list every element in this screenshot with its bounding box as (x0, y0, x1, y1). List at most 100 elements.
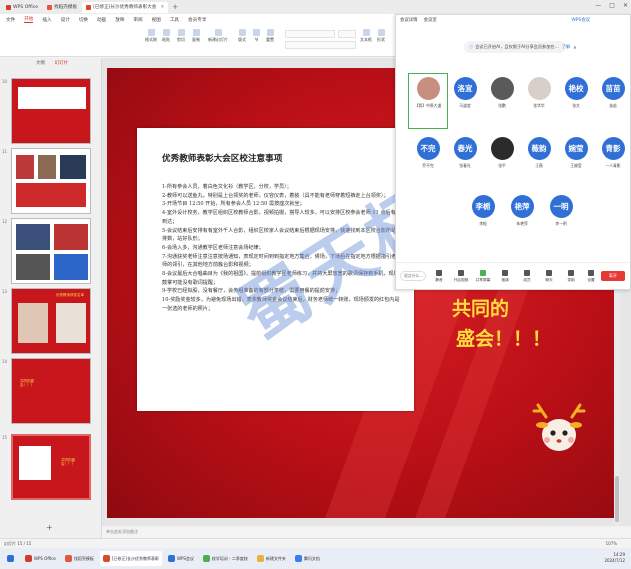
textbox-button[interactable]: 文本框 (360, 29, 372, 43)
participant-tile[interactable]: 李栀 李栀 (466, 195, 500, 227)
record-icon (568, 270, 574, 276)
participant-name: 张华华 (533, 103, 545, 108)
menu-file[interactable]: 文件 (6, 17, 15, 23)
chat-input[interactable]: 说点什么… (400, 271, 426, 281)
meeting-details-link[interactable]: 会议详情 (400, 17, 418, 23)
slogan-text[interactable]: 共同的 盛会！！！ (452, 294, 551, 354)
slogan-line: 盛会！！！ (456, 328, 552, 350)
new-slide-button[interactable]: 新建幻灯片 (208, 29, 228, 43)
font-family-select[interactable] (285, 30, 335, 38)
participant-tile[interactable]: 张华华 (522, 77, 556, 109)
record-button[interactable]: 录制 (560, 270, 582, 283)
meeting-room-link[interactable]: 会议室 (424, 17, 437, 23)
participant-tile[interactable]: 【我】中原大道 (411, 77, 445, 109)
slide-thumbnail-14[interactable]: 共同的盛会！！！ (11, 358, 91, 424)
tab-outline[interactable]: 大纲 (36, 60, 45, 66)
participant-tile[interactable]: 艳校 张文 (559, 77, 593, 109)
shape-button[interactable]: 形状 (377, 29, 385, 43)
slide-thumbnail-13[interactable]: 优秀教师获奖名单 (11, 288, 91, 354)
tab-slides[interactable]: 幻灯片 (55, 60, 68, 66)
taskbar-item-training[interactable]: 校学培训 - 二季度校 (200, 551, 251, 566)
menu-slideshow[interactable]: 放映 (115, 17, 124, 23)
participant-tile[interactable]: 苗苗 苗苗 (596, 77, 630, 109)
menu-animation[interactable]: 动画 (97, 17, 106, 23)
taskbar-item-folder[interactable]: 新建文件夹 (254, 551, 289, 566)
participant-tile[interactable]: 青影 一人青影 (596, 137, 630, 169)
participant-tile[interactable]: 婉莹 王婉莹 (559, 137, 593, 169)
menu-review[interactable]: 审阅 (133, 17, 142, 23)
deer-mascot-icon (532, 403, 586, 451)
tab-presentation[interactable]: [已修正]长沙优秀教师表彰大会 ✕ (82, 1, 169, 13)
avatar: 艳萍 (510, 195, 534, 218)
section-button[interactable]: 节 (253, 29, 260, 43)
add-slide-button[interactable]: + (46, 523, 53, 532)
notes-placeholder[interactable]: 单击此处添加备注 (102, 529, 138, 535)
new-tab-button[interactable]: + (172, 3, 178, 11)
chat-button[interactable]: 聊天 (538, 270, 560, 283)
format-painter-button[interactable]: 格式刷 (145, 29, 157, 43)
participant-tile[interactable]: 洛宜 马道谊 (448, 77, 482, 109)
close-banner-icon[interactable]: ✕ (573, 45, 577, 50)
font-style-group[interactable] (285, 41, 356, 49)
participant-name: 朱艳萍 (516, 221, 528, 226)
menu-tools[interactable]: 工具 (170, 17, 179, 23)
banner-link[interactable]: 了解 (562, 44, 570, 50)
cut-button[interactable]: 剪切 (177, 29, 185, 43)
video-button[interactable]: 开启视频 (450, 270, 472, 283)
taskbar-item-wps[interactable]: WPS Office (22, 551, 59, 566)
copy-button[interactable]: 复制 (192, 29, 200, 43)
close-window-icon[interactable]: ✕ (623, 2, 628, 9)
avatar: 婉莹 (564, 137, 588, 160)
scrollbar-thumb[interactable] (615, 476, 619, 522)
system-clock[interactable]: 14:29 2024/7/12 (604, 552, 625, 564)
tab-wps-home[interactable]: WPS Office (2, 2, 42, 13)
menu-insert[interactable]: 插入 (42, 17, 51, 23)
menu-transition[interactable]: 切换 (79, 17, 88, 23)
maximize-icon[interactable]: □ (609, 2, 615, 9)
format-painter-icon (147, 29, 155, 36)
participant-name: 乔不完 (422, 163, 434, 168)
participant-tile[interactable]: 不完 乔不完 (411, 137, 445, 169)
participant-tile[interactable]: 艳萍 朱艳萍 (505, 195, 539, 227)
window-controls: — □ ✕ (595, 2, 628, 9)
menu-member[interactable]: 会员专享 (188, 17, 206, 23)
reset-button[interactable]: 重置 (266, 29, 274, 43)
slide-thumbnail-11[interactable] (11, 148, 91, 214)
mute-button[interactable]: 静音 (428, 270, 450, 283)
ppt-icon (86, 4, 92, 10)
slide-thumbnail-10[interactable] (11, 78, 91, 144)
participant-tile[interactable]: 春光 张春光 (448, 137, 482, 169)
zoom-level[interactable]: 107% (606, 541, 617, 546)
docs-icon (294, 555, 302, 562)
participant-tile[interactable]: 张鹏 (485, 77, 519, 109)
menu-home[interactable]: 开始 (24, 16, 34, 23)
share-screen-button[interactable]: 共享屏幕 (472, 270, 494, 283)
paste-button[interactable]: 粘贴 (162, 29, 170, 43)
template-icon (64, 555, 72, 562)
taskbar-item-template[interactable]: 找稻壳模板 (62, 551, 97, 566)
tab-template[interactable]: 找稻壳模板 (43, 2, 81, 13)
invite-button[interactable]: 邀请 (494, 270, 516, 283)
menu-view[interactable]: 视图 (152, 17, 161, 23)
slide-thumbnail-12[interactable] (11, 218, 91, 284)
members-button[interactable]: 成员 (516, 270, 538, 283)
font-size-select[interactable] (338, 30, 356, 38)
taskbar-item-meeting[interactable]: WPS会议 (165, 551, 197, 566)
layout-button[interactable]: 版式 (238, 29, 246, 43)
thumb-photo (54, 224, 88, 250)
cut-icon (177, 29, 185, 36)
participant-tile[interactable]: 一明 李一明 (544, 195, 578, 227)
settings-button[interactable]: 设置 (580, 270, 602, 283)
start-button[interactable] (4, 551, 19, 566)
participant-tile[interactable]: 薇韵 王薇 (522, 137, 556, 169)
menu-design[interactable]: 设计 (61, 17, 70, 23)
slide-thumbnail-15[interactable]: 共同的盛会！！！ (11, 434, 91, 500)
minimize-icon[interactable]: — (595, 2, 601, 9)
participant-tile[interactable]: 张平 (485, 137, 519, 169)
invite-icon (502, 270, 508, 276)
taskbar-item-presentation[interactable]: [已修正]长沙优秀教师表彰 (99, 551, 162, 566)
leave-meeting-button[interactable]: 离开 (601, 271, 625, 281)
close-tab-icon[interactable]: ✕ (160, 5, 164, 10)
gear-icon (588, 270, 594, 276)
taskbar-item-docs[interactable]: 腾讯文档 (292, 551, 323, 566)
